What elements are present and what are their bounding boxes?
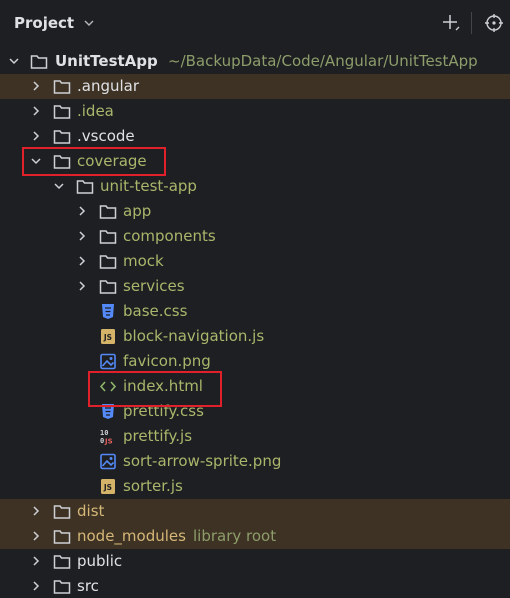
chevron-right-icon[interactable]: [76, 230, 88, 242]
tree-row-prettify-js[interactable]: 10 0 JS prettify.js: [0, 424, 510, 449]
chevron-right-icon[interactable]: [30, 505, 42, 517]
binary-js-file-icon: 100 JS: [100, 429, 113, 446]
project-view-selector[interactable]: Project: [14, 12, 95, 34]
chevron-right-icon[interactable]: [30, 580, 42, 592]
tree-row-label: unit-test-app: [100, 177, 197, 195]
tree-row-sorter-js[interactable]: JS sorter.js: [0, 474, 510, 499]
svg-text:0: 0: [100, 437, 104, 445]
tree-row-label: app: [123, 202, 152, 220]
folder-icon: [53, 130, 71, 144]
tree-row-label: coverage: [77, 152, 147, 170]
tree-row-label: favicon.png: [123, 352, 211, 370]
tree-row-label: services: [123, 277, 185, 295]
tree-row-idea[interactable]: .idea: [0, 99, 510, 124]
tree-row-vscode[interactable]: .vscode: [0, 124, 510, 149]
tree-row-public[interactable]: public: [0, 549, 510, 574]
chevron-right-icon[interactable]: [30, 105, 42, 117]
project-tree: UnitTestApp ~/BackupData/Code/Angular/Un…: [0, 49, 510, 598]
js-file-icon: JS: [101, 329, 115, 344]
tree-row-label: .idea: [77, 102, 114, 120]
tree-row-label: sorter.js: [123, 477, 183, 495]
project-title: Project: [14, 14, 75, 32]
image-file-icon: [100, 353, 116, 370]
tree-row-angular[interactable]: .angular: [0, 74, 510, 99]
tree-row-node-modules[interactable]: node_modules library root: [0, 524, 510, 549]
header-separator: [471, 12, 472, 34]
tree-row-label: UnitTestApp: [55, 52, 158, 70]
crosshair-icon: [485, 14, 503, 32]
folder-icon: [76, 180, 94, 194]
chevron-right-icon[interactable]: [76, 205, 88, 217]
chevron-down-icon: [84, 20, 94, 26]
tree-row-label: components: [123, 227, 216, 245]
folder-icon: [53, 580, 71, 594]
chevron-right-icon[interactable]: [76, 280, 88, 292]
tree-row-src[interactable]: src: [0, 574, 510, 598]
svg-text:JS: JS: [104, 438, 113, 446]
chevron-right-icon[interactable]: [30, 80, 42, 92]
tree-row-unittestapp[interactable]: UnitTestApp ~/BackupData/Code/Angular/Un…: [0, 49, 510, 74]
html-file-icon: [99, 381, 117, 392]
tree-row-label: index.html: [123, 377, 203, 395]
svg-text:JS: JS: [103, 483, 112, 492]
tree-row-label: mock: [123, 252, 164, 270]
folder-icon: [53, 155, 71, 169]
tree-row-label: sort-arrow-sprite.png: [123, 452, 282, 470]
css-file-icon: [102, 304, 114, 319]
tree-row-label: prettify.js: [123, 427, 193, 445]
tree-row-app[interactable]: app: [0, 199, 510, 224]
chevron-right-icon[interactable]: [30, 555, 42, 567]
js-file-icon: JS: [101, 479, 115, 494]
project-header: Project: [0, 0, 510, 46]
chevron-right-icon[interactable]: [76, 255, 88, 267]
add-button[interactable]: [439, 11, 463, 35]
project-path: ~/BackupData/Code/Angular/UnitTestApp: [168, 52, 478, 70]
image-file-icon: [100, 453, 116, 470]
chevron-right-icon[interactable]: [30, 530, 42, 542]
folder-icon: [53, 105, 71, 119]
folder-icon: [99, 230, 117, 244]
tree-row-base-css[interactable]: base.css: [0, 299, 510, 324]
folder-icon: [53, 505, 71, 519]
tree-row-components[interactable]: components: [0, 224, 510, 249]
folder-icon: [99, 280, 117, 294]
chevron-right-icon[interactable]: [30, 130, 42, 142]
tree-row-services[interactable]: services: [0, 274, 510, 299]
tree-row-dist[interactable]: dist: [0, 499, 510, 524]
tree-row-label: .angular: [77, 77, 140, 95]
tree-row-label: src: [77, 577, 99, 595]
tree-row-label: .vscode: [77, 127, 135, 145]
tree-row-unit-test-app[interactable]: unit-test-app: [0, 174, 510, 199]
folder-icon: [53, 555, 71, 569]
locate-button[interactable]: [482, 11, 506, 35]
tree-row-coverage[interactable]: coverage: [0, 149, 510, 174]
css-file-icon: [102, 404, 114, 419]
tree-row-label: dist: [77, 502, 105, 520]
tree-row-label: block-navigation.js: [123, 327, 265, 345]
tree-row-label: base.css: [123, 302, 188, 320]
project-tool-window: Project UnitTestApp ~/BackupData/Code/An…: [0, 0, 510, 598]
tree-row-label: prettify.css: [123, 402, 204, 420]
tree-row-index-html[interactable]: index.html: [0, 374, 510, 399]
tree-row-favicon-png[interactable]: favicon.png: [0, 349, 510, 374]
svg-text:JS: JS: [103, 333, 112, 342]
plus-icon: [443, 15, 460, 31]
folder-icon: [53, 80, 71, 94]
tree-row-block-navigation-js[interactable]: JS block-navigation.js: [0, 324, 510, 349]
folder-icon: [53, 530, 71, 544]
chevron-down-icon[interactable]: [30, 155, 42, 167]
tree-row-label: public: [77, 552, 123, 570]
library-root-tag: library root: [193, 527, 277, 545]
tree-row-mock[interactable]: mock: [0, 249, 510, 274]
tree-row-prettify-css[interactable]: prettify.css: [0, 399, 510, 424]
folder-icon: [99, 205, 117, 219]
folder-icon: [30, 55, 48, 69]
folder-icon: [99, 255, 117, 269]
tree-row-label: node_modules: [77, 527, 186, 545]
chevron-down-icon[interactable]: [53, 180, 65, 192]
svg-text:10: 10: [100, 429, 108, 437]
chevron-down-icon[interactable]: [8, 55, 20, 67]
tree-row-sort-arrow-sprite-png[interactable]: sort-arrow-sprite.png: [0, 449, 510, 474]
